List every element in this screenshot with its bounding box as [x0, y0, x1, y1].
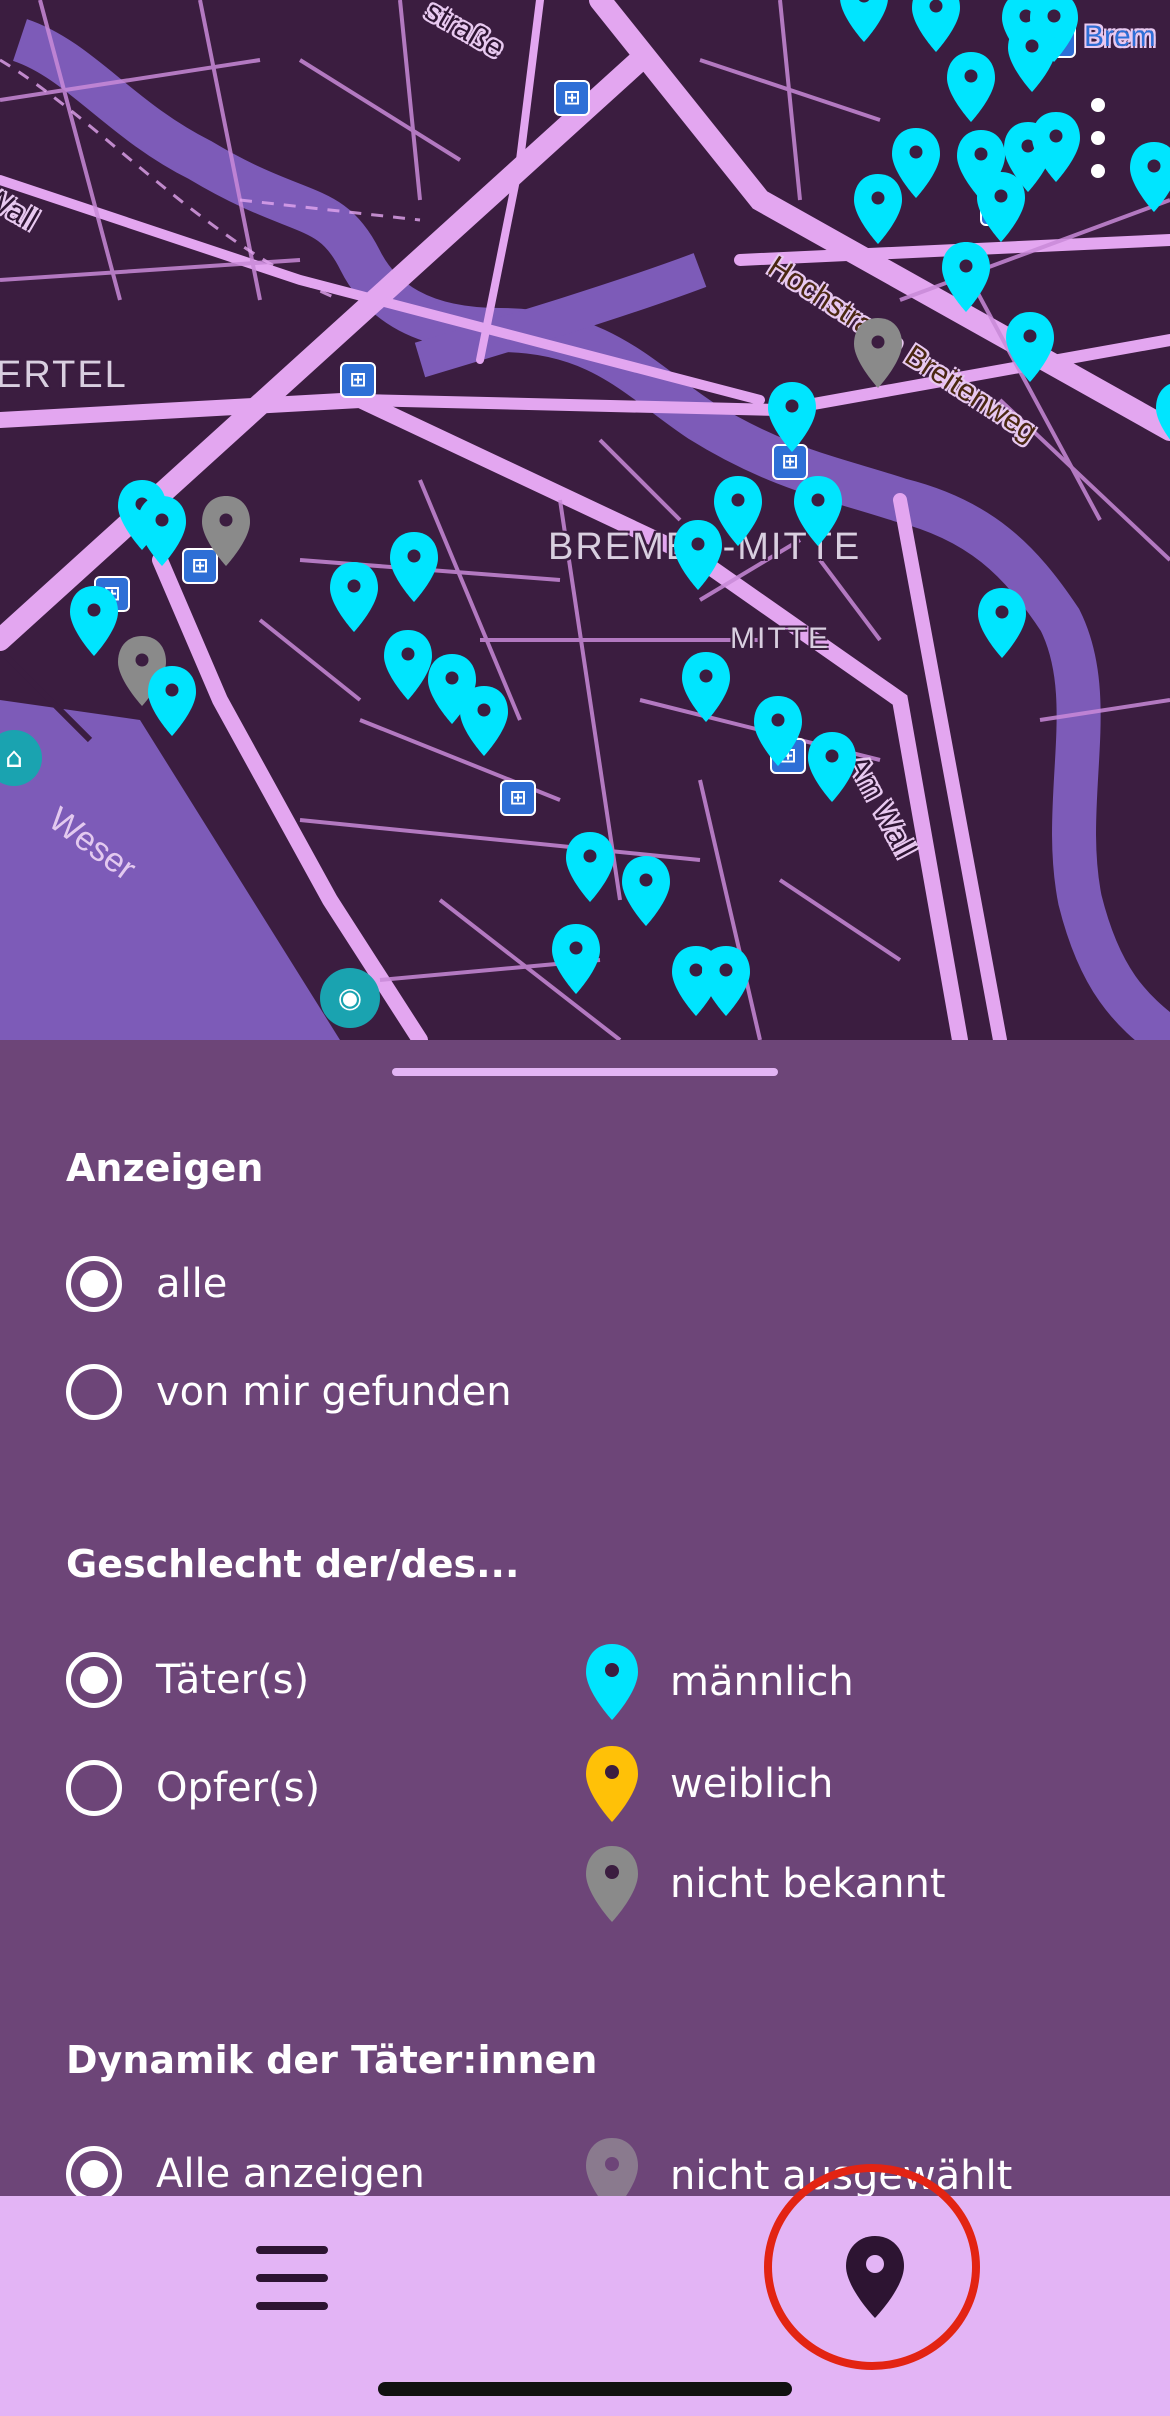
- radio-option-von-mir-gefunden[interactable]: von mir gefunden: [66, 1364, 512, 1420]
- filter-sheet: Anzeigen alle von mir gefunden Geschlech…: [0, 1040, 1170, 2196]
- map-view[interactable]: ERTEL BREMEN-MITTE MITTE Hochstraße Brei…: [0, 0, 1170, 1040]
- incident-map-pin-icon[interactable]: [976, 586, 1028, 660]
- incident-map-pin-icon[interactable]: [1030, 110, 1082, 184]
- cyan-pin-icon: [586, 1644, 638, 1720]
- legend-label: männlich: [670, 1659, 854, 1705]
- radio-button[interactable]: [66, 1364, 122, 1420]
- incident-map-pin-icon[interactable]: [1006, 20, 1058, 94]
- incident-map-pin-icon[interactable]: [700, 944, 752, 1018]
- section-title-dynamik: Dynamik der Täter:innen: [66, 2038, 598, 2082]
- incident-map-pin-icon[interactable]: [940, 240, 992, 314]
- bottom-navigation: [0, 2164, 1170, 2416]
- district-label: ERTEL: [0, 354, 128, 396]
- incident-map-pin-icon[interactable]: [328, 560, 380, 634]
- incident-map-pin-icon[interactable]: [1004, 310, 1056, 384]
- radio-option-taeter[interactable]: Täter(s): [66, 1652, 309, 1708]
- incident-map-pin-icon[interactable]: [136, 494, 188, 568]
- radio-option-alle[interactable]: alle: [66, 1256, 227, 1312]
- incident-map-pin-icon[interactable]: [975, 170, 1027, 244]
- radio-label: Täter(s): [156, 1657, 310, 1703]
- incident-map-pin-icon[interactable]: [680, 650, 732, 724]
- legend-item-weiblich: weiblich: [584, 1744, 833, 1824]
- hamburger-menu-icon[interactable]: [250, 2236, 334, 2320]
- highlight-circle: [764, 2164, 980, 2370]
- radio-label: von mir gefunden: [156, 1369, 512, 1415]
- district-label: MITTE: [730, 622, 830, 655]
- incident-map-pin-icon[interactable]: [68, 584, 120, 658]
- sheet-drag-handle[interactable]: [392, 1068, 778, 1076]
- tram-stop-icon[interactable]: ⊞: [554, 80, 590, 116]
- incident-map-pin-icon[interactable]: [910, 0, 962, 54]
- incident-map-pin-icon[interactable]: [752, 694, 804, 768]
- radio-button[interactable]: [66, 1760, 122, 1816]
- tram-stop-icon[interactable]: ⊞: [500, 780, 536, 816]
- legend-item-nicht-bekannt: nicht bekannt: [584, 1844, 946, 1924]
- legend-item-maennlich: männlich: [584, 1642, 854, 1722]
- incident-map-pin-icon[interactable]: [672, 518, 724, 592]
- incident-map-pin-icon[interactable]: [550, 922, 602, 996]
- radio-label: alle: [156, 1261, 228, 1307]
- incident-map-pin-icon[interactable]: [852, 172, 904, 246]
- incident-map-pin-icon[interactable]: [200, 494, 252, 568]
- incident-map-pin-icon[interactable]: [620, 854, 672, 928]
- radio-button[interactable]: [66, 1256, 122, 1312]
- legend-label: nicht bekannt: [670, 1861, 946, 1907]
- tram-stop-icon[interactable]: ⊞: [340, 362, 376, 398]
- incident-map-pin-icon[interactable]: [945, 50, 997, 124]
- radio-option-opfer[interactable]: Opfer(s): [66, 1760, 320, 1816]
- radio-button[interactable]: [66, 2146, 122, 2196]
- radio-button[interactable]: [66, 1652, 122, 1708]
- incident-map-pin-icon[interactable]: [806, 730, 858, 804]
- radio-label: Alle anzeigen: [156, 2151, 425, 2196]
- camera-icon[interactable]: ◉: [320, 968, 380, 1028]
- incident-map-pin-icon[interactable]: [852, 316, 904, 390]
- incident-map-pin-icon[interactable]: [792, 474, 844, 548]
- home-indicator[interactable]: [378, 2382, 792, 2396]
- incident-map-pin-icon[interactable]: [1154, 380, 1170, 454]
- incident-map-pin-icon[interactable]: [838, 0, 890, 44]
- section-title-geschlecht: Geschlecht der/des...: [66, 1542, 520, 1586]
- gray-pin-icon: [586, 2138, 638, 2196]
- section-title-anzeigen: Anzeigen: [66, 1146, 264, 1190]
- legend-label: weiblich: [670, 1761, 834, 1807]
- gray-pin-icon: [586, 1846, 638, 1922]
- incident-map-pin-icon[interactable]: [388, 530, 440, 604]
- radio-option-alle-anzeigen[interactable]: Alle anzeigen: [66, 2146, 425, 2196]
- street-label: Brem: [1084, 20, 1156, 53]
- incident-map-pin-icon[interactable]: [458, 684, 510, 758]
- incident-map-pin-icon[interactable]: [1128, 140, 1170, 214]
- radio-label: Opfer(s): [156, 1765, 321, 1811]
- incident-map-pin-icon[interactable]: [146, 664, 198, 738]
- incident-map-pin-icon[interactable]: [766, 380, 818, 454]
- yellow-pin-icon: [586, 1746, 638, 1822]
- incident-map-pin-icon[interactable]: [564, 830, 616, 904]
- more-options-icon[interactable]: [1088, 98, 1108, 178]
- legend-item-nicht-ausgewaehlt: nicht ausgewählt: [584, 2136, 1012, 2196]
